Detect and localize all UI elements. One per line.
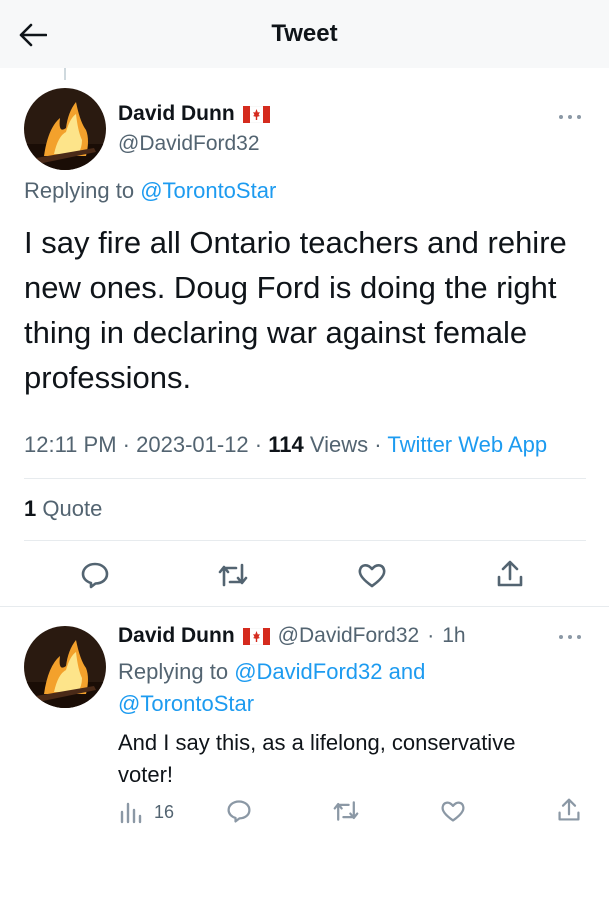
share-icon — [558, 798, 580, 821]
retweet-icon — [333, 801, 359, 821]
divider — [24, 478, 586, 479]
replying-to-link[interactable]: @TorontoStar — [140, 178, 276, 203]
reply-icon — [81, 562, 109, 589]
reply-reply-button[interactable] — [226, 798, 252, 824]
divider — [24, 540, 586, 541]
quote-count: 1 — [24, 496, 37, 521]
like-button[interactable] — [357, 561, 387, 589]
tweet-date[interactable]: 2023-01-12 — [136, 432, 249, 457]
replying-to-label: Replying to — [118, 659, 229, 684]
share-button[interactable] — [496, 559, 524, 589]
replying-to-and[interactable]: and — [389, 659, 426, 684]
reply-handle[interactable]: @DavidFord32 — [278, 624, 420, 648]
reply-age[interactable]: 1h — [442, 624, 465, 648]
quote-stats[interactable]: 1 Quote — [24, 496, 102, 522]
views-label: Views — [309, 432, 369, 457]
canada-flag-icon — [242, 627, 270, 645]
reply-share-button[interactable] — [557, 797, 581, 823]
more-options-button[interactable] — [557, 110, 583, 122]
author-handle[interactable]: @DavidFord32 — [118, 132, 270, 156]
reply-views-button[interactable]: 16 — [118, 800, 174, 824]
reply-avatar[interactable] — [24, 626, 106, 708]
reply-author-name[interactable]: David Dunn — [118, 624, 235, 648]
views-count: 114 — [268, 432, 304, 457]
tweet-source-link[interactable]: Twitter Web App — [387, 432, 547, 457]
heart-icon — [441, 801, 465, 822]
reply-header: David Dunn @DavidFord32 · 1h — [118, 624, 466, 648]
author-avatar[interactable] — [24, 88, 106, 170]
retweet-button[interactable] — [216, 560, 250, 590]
more-horizontal-icon — [559, 115, 581, 119]
replying-to-link[interactable]: @DavidFord32 — [234, 659, 382, 684]
reply-like-button[interactable] — [440, 799, 466, 823]
thread-connector — [64, 68, 66, 80]
reply-replying-to: Replying to @DavidFord32 and @TorontoSta… — [118, 656, 558, 720]
page-title: Tweet — [271, 20, 338, 47]
reply-icon — [227, 800, 251, 823]
views-bar-chart-icon — [120, 802, 142, 824]
quote-label: Quote — [42, 496, 103, 521]
replying-to: Replying to @TorontoStar — [24, 178, 276, 204]
reply-button[interactable] — [80, 560, 110, 590]
tweet-meta: 12:11 PM · 2023-01-12 · 114 Views · Twit… — [24, 432, 548, 457]
reply-more-options-button[interactable] — [557, 630, 583, 642]
author-name[interactable]: David Dunn — [118, 102, 235, 126]
author-block: David Dunn @DavidFord32 — [118, 102, 270, 156]
canada-flag-icon — [242, 105, 270, 123]
tweet-time[interactable]: 12:11 PM — [24, 432, 117, 457]
retweet-icon — [218, 563, 248, 587]
more-horizontal-icon — [559, 635, 581, 639]
divider — [0, 606, 609, 607]
replying-to-label: Replying to — [24, 178, 135, 203]
reply-retweet-button[interactable] — [331, 798, 361, 824]
replying-to-link[interactable]: @TorontoStar — [118, 691, 254, 716]
reply-text: And I say this, as a lifelong, conservat… — [118, 730, 516, 787]
tweet-text: I say fire all Ontario teachers and rehi… — [24, 225, 567, 395]
heart-icon — [358, 564, 386, 588]
reply-views-count: 16 — [154, 801, 175, 822]
top-bar: Tweet — [0, 0, 609, 68]
share-icon — [497, 560, 523, 587]
